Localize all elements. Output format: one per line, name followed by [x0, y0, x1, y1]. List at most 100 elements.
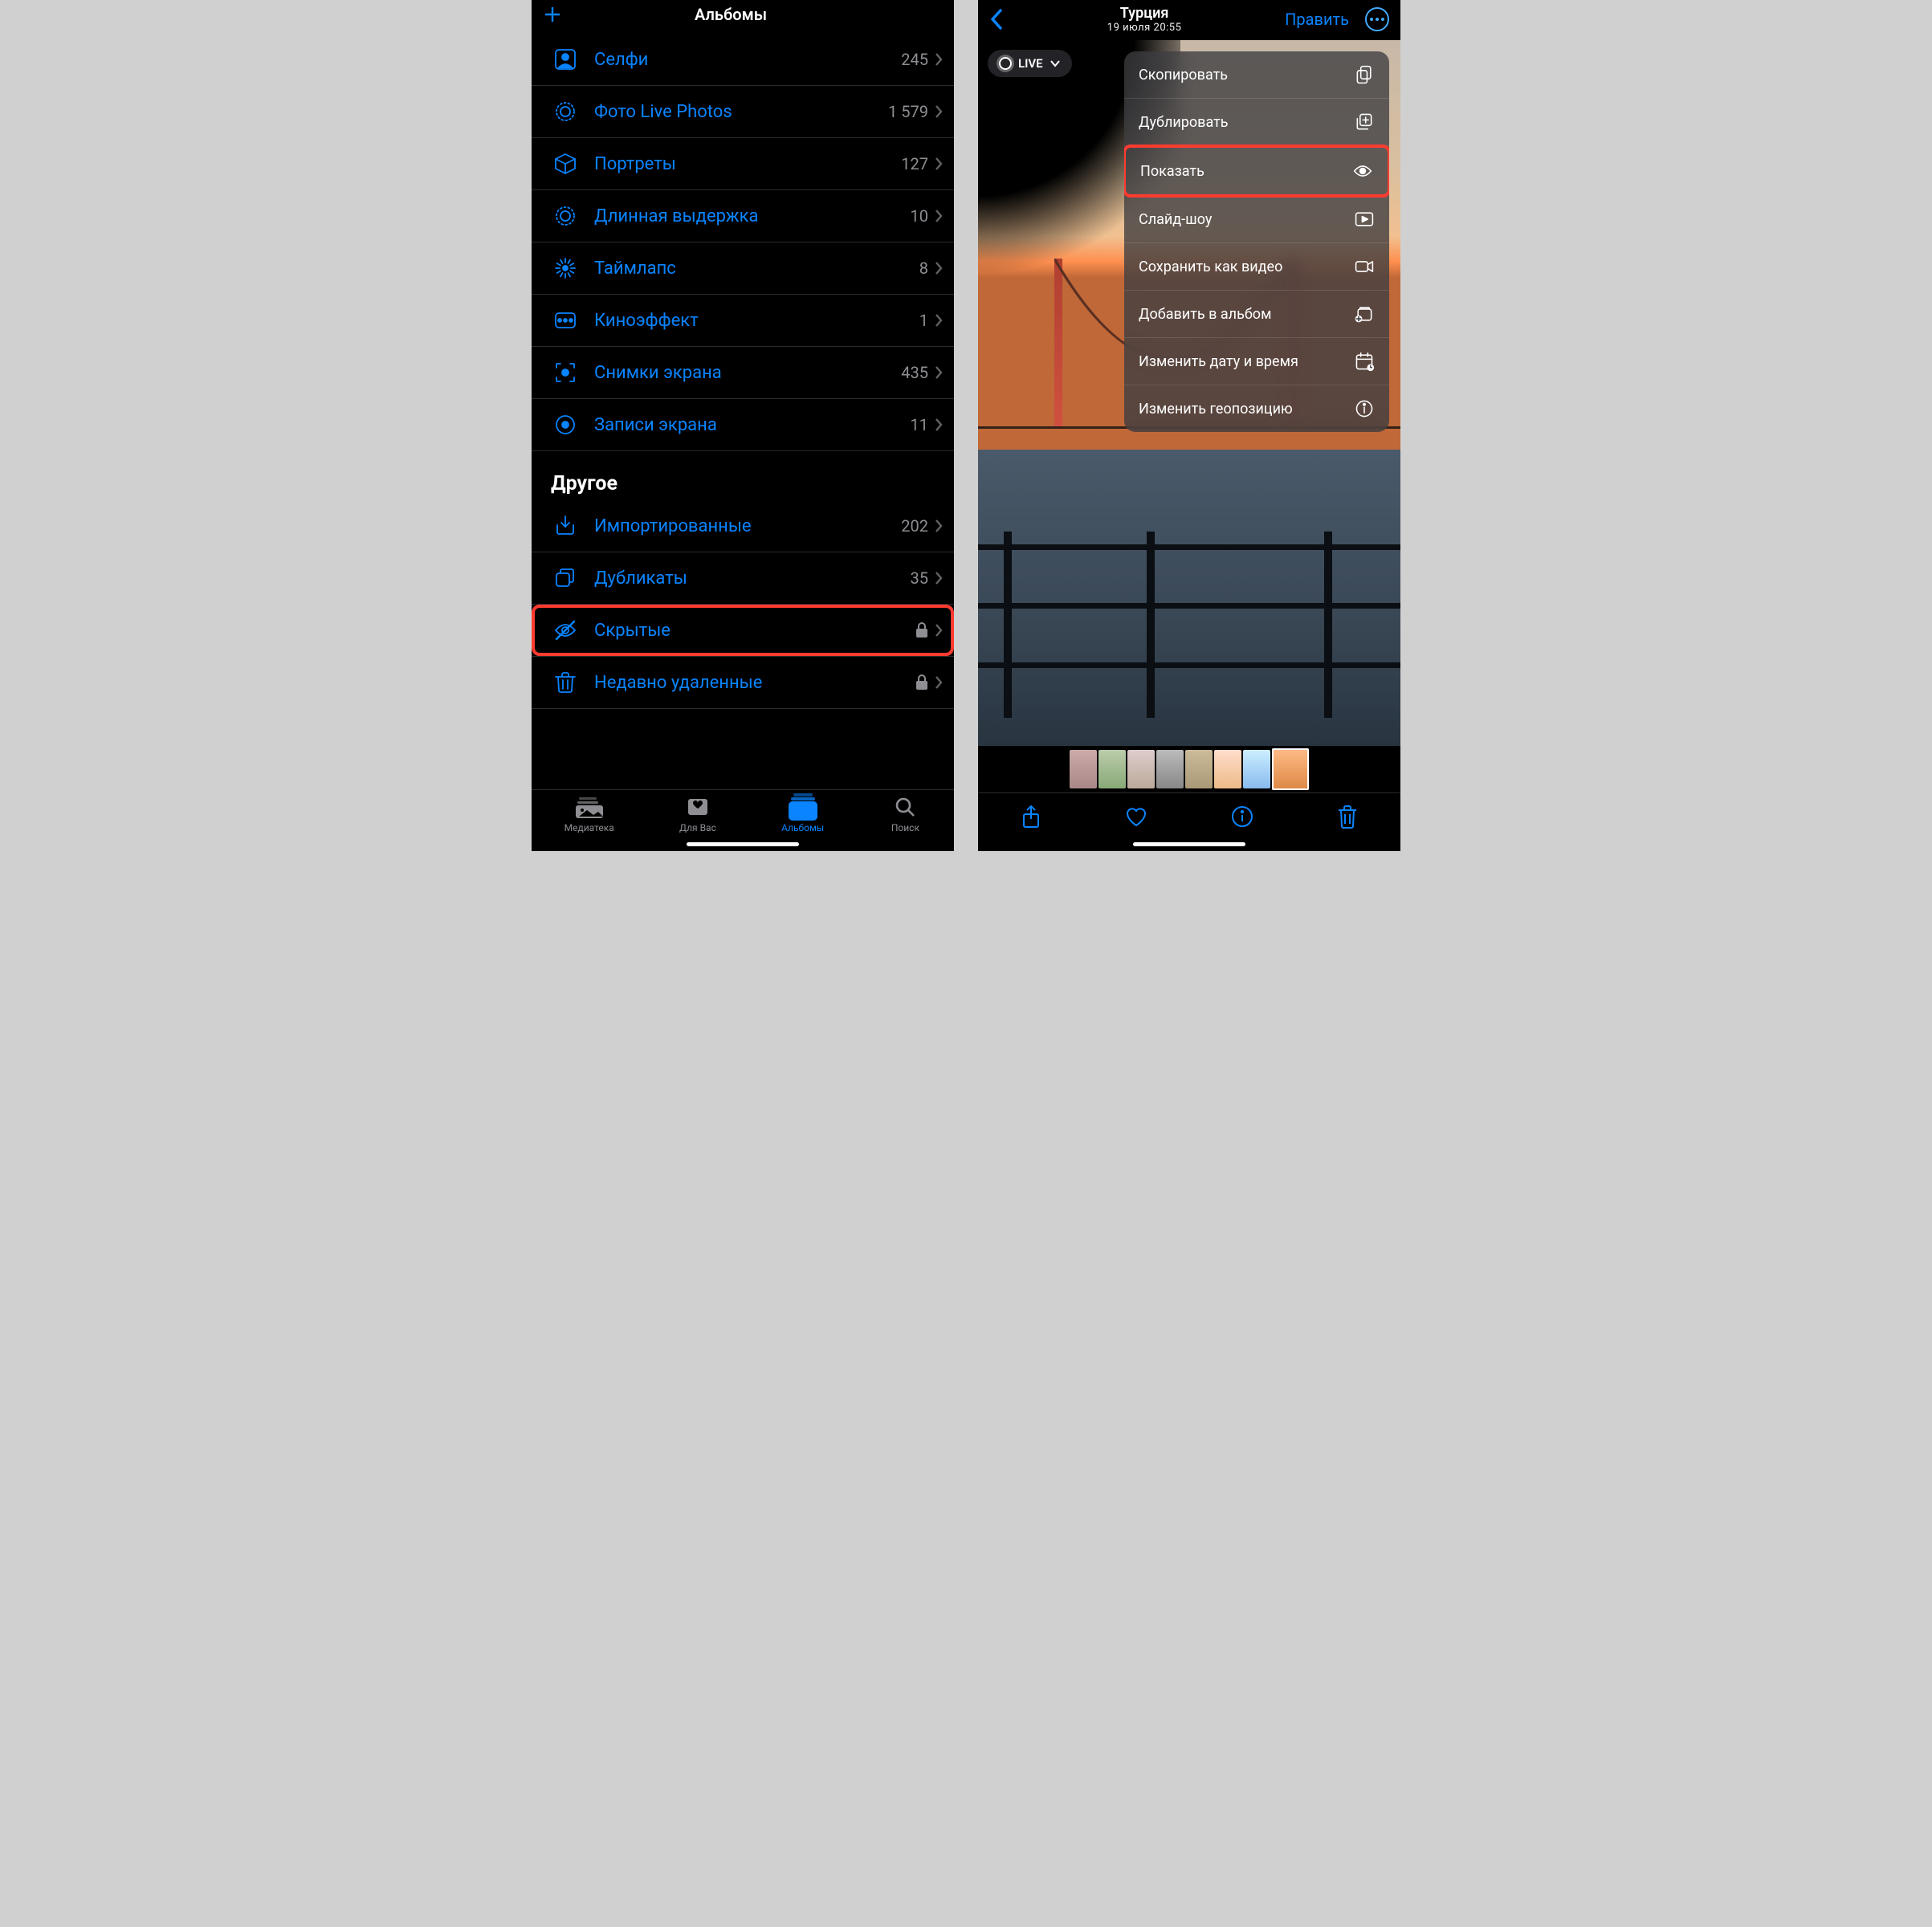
thumbnail[interactable]	[1070, 750, 1097, 788]
viewfinder-icon	[551, 358, 580, 387]
album-count: 10	[911, 206, 928, 226]
albums-header: Альбомы	[532, 0, 954, 34]
chevron-right-icon	[935, 571, 943, 585]
albums-screen: Альбомы Селфи245Фото Live Photos1 579Пор…	[532, 0, 954, 851]
person-square-icon	[551, 45, 580, 74]
album-row-eye-slash[interactable]: Скрытые	[532, 605, 954, 657]
burst-icon	[551, 254, 580, 283]
album-label: Портреты	[594, 154, 901, 174]
album-count: 245	[901, 50, 928, 69]
plus-square-icon	[1354, 112, 1375, 132]
album-count: 1 579	[888, 102, 928, 121]
menu-item-eye[interactable]: Показать	[1124, 145, 1389, 198]
menu-item-calendar[interactable]: Изменить дату и время	[1124, 338, 1389, 385]
chevron-right-icon	[935, 209, 943, 223]
search-icon	[889, 795, 921, 819]
thumbnail[interactable]	[1243, 750, 1270, 788]
home-indicator[interactable]	[532, 837, 954, 851]
edit-button[interactable]: Править	[1285, 10, 1349, 29]
tab-library[interactable]: Медиатека	[565, 795, 614, 833]
album-row-duplicate[interactable]: Дубликаты35	[532, 552, 954, 605]
albums-icon	[787, 795, 819, 819]
menu-item-play-rect[interactable]: Слайд-шоу	[1124, 196, 1389, 243]
album-row-trash[interactable]: Недавно удаленные	[532, 657, 954, 709]
menu-item-video[interactable]: Сохранить как видео	[1124, 243, 1389, 291]
album-row-cube[interactable]: Портреты127	[532, 138, 954, 190]
album-count: 8	[919, 259, 928, 278]
share-button[interactable]	[1019, 805, 1043, 829]
album-row-live-photo[interactable]: Фото Live Photos1 579	[532, 86, 954, 138]
album-label: Записи экрана	[594, 415, 911, 435]
tab-bar: Медиатека Для Вас Альбомы Поиск	[532, 789, 954, 837]
photo-title-block[interactable]: Турция 19 июля 20:55	[1107, 5, 1182, 34]
album-row-burst[interactable]: Таймлапс8	[532, 242, 954, 295]
thumbnail-selected[interactable]	[1272, 748, 1309, 790]
menu-label: Добавить в альбом	[1139, 306, 1271, 323]
menu-item-info[interactable]: Изменить геопозицию	[1124, 385, 1389, 432]
play-rect-icon	[1354, 209, 1375, 230]
chevron-right-icon	[935, 365, 943, 380]
context-menu: СкопироватьДублировать Показать Слайд-шоу С…	[1124, 51, 1389, 432]
album-row-live-photo[interactable]: Длинная выдержка10	[532, 190, 954, 242]
album-label: Таймлапс	[594, 259, 919, 279]
tab-search[interactable]: Поиск	[889, 795, 921, 833]
favorite-button[interactable]	[1124, 805, 1148, 829]
albums-title: Альбомы	[538, 5, 923, 24]
photos-stack-icon	[573, 795, 605, 819]
menu-label: Показать	[1140, 163, 1204, 180]
thumbnail-strip[interactable]	[978, 746, 1400, 792]
album-add-icon	[1354, 304, 1375, 324]
album-label: Дубликаты	[594, 568, 911, 589]
photo-title: Турция	[1107, 5, 1182, 22]
photo-detail-screen: Турция 19 июля 20:55 Править	[978, 0, 1400, 851]
eye-icon	[1352, 161, 1373, 181]
home-indicator[interactable]	[978, 837, 1400, 851]
menu-item-copy[interactable]: Скопировать	[1124, 51, 1389, 99]
tab-albums-label: Альбомы	[781, 822, 824, 833]
info-icon	[1354, 398, 1375, 419]
tab-search-label: Поиск	[891, 822, 919, 833]
photo-toolbar	[978, 792, 1400, 837]
delete-button[interactable]	[1335, 805, 1359, 829]
chevron-right-icon	[935, 675, 943, 690]
live-photo-icon	[551, 97, 580, 126]
info-button[interactable]	[1230, 805, 1254, 829]
chevron-right-icon	[935, 261, 943, 275]
back-button[interactable]	[989, 8, 1004, 31]
album-label: Недавно удаленные	[594, 673, 915, 693]
tab-foryou[interactable]: Для Вас	[679, 795, 716, 833]
more-button[interactable]	[1365, 7, 1389, 31]
menu-label: Сохранить как видео	[1139, 259, 1282, 275]
eye-slash-icon	[551, 616, 580, 645]
album-row-import[interactable]: Импортированные202	[532, 500, 954, 552]
album-row-person-square[interactable]: Селфи245	[532, 34, 954, 86]
album-row-record[interactable]: Записи экрана11	[532, 399, 954, 451]
menu-item-album-add[interactable]: Добавить в альбом	[1124, 291, 1389, 338]
thumbnail[interactable]	[1214, 750, 1241, 788]
thumbnail[interactable]	[1098, 750, 1126, 788]
copy-icon	[1354, 64, 1375, 85]
menu-item-plus-square[interactable]: Дублировать	[1124, 99, 1389, 146]
album-label: Селфи	[594, 50, 901, 70]
chevron-right-icon	[935, 623, 943, 638]
chevron-right-icon	[935, 519, 943, 533]
thumbnail[interactable]	[1185, 750, 1213, 788]
album-row-viewfinder[interactable]: Снимки экрана435	[532, 347, 954, 399]
album-count: 1	[919, 311, 928, 330]
album-count: 127	[901, 154, 928, 173]
album-label: Импортированные	[594, 516, 901, 536]
lock-icon	[915, 674, 928, 691]
cinema-icon	[551, 306, 580, 335]
live-badge[interactable]: LIVE	[988, 50, 1072, 77]
album-row-cinema[interactable]: Киноэффект1	[532, 295, 954, 347]
chevron-right-icon	[935, 418, 943, 432]
album-label: Длинная выдержка	[594, 206, 911, 226]
thumbnail[interactable]	[1156, 750, 1184, 788]
thumbnail[interactable]	[1127, 750, 1155, 788]
trash-icon	[551, 668, 580, 697]
tab-albums[interactable]: Альбомы	[781, 795, 824, 833]
menu-label: Изменить геопозицию	[1139, 401, 1293, 418]
live-photo-icon	[551, 202, 580, 230]
live-label: LIVE	[1018, 56, 1043, 71]
menu-label: Слайд-шоу	[1139, 211, 1212, 228]
